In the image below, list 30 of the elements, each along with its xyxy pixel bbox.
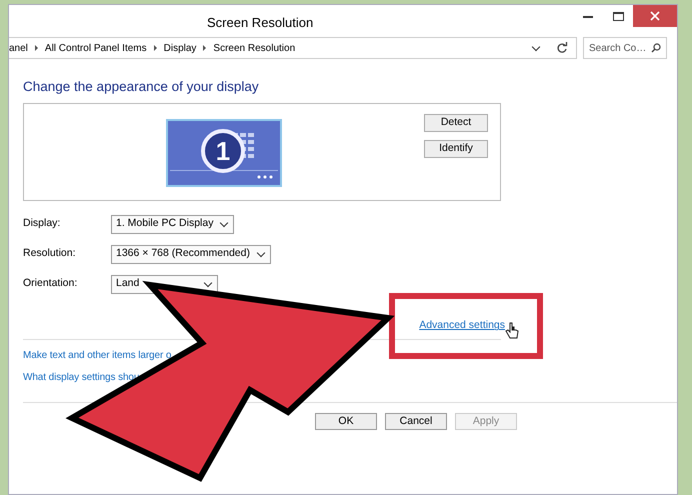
search-icon [651, 43, 661, 53]
setting-label: Orientation: [23, 276, 78, 292]
refresh-icon[interactable] [556, 42, 568, 54]
breadcrumb-item[interactable]: Display [164, 40, 196, 56]
close-button[interactable] [633, 5, 677, 27]
minimize-icon [583, 14, 593, 18]
search-box[interactable]: Search Co… [583, 37, 667, 59]
dropdown-value: Land [116, 276, 140, 292]
breadcrumb-item[interactable]: All Control Panel Items [44, 40, 147, 56]
dropdown-value: 1. Mobile PC Display [116, 216, 214, 232]
breadcrumb-item[interactable]: Screen Resolution [213, 40, 296, 56]
hand-cursor-icon [505, 322, 519, 340]
breadcrumb-item[interactable]: anel [9, 40, 28, 56]
advanced-settings-link[interactable]: Advanced settings [419, 318, 505, 334]
display-number: 1 [216, 136, 230, 166]
identify-button[interactable]: Identify [424, 140, 488, 158]
dropdown[interactable]: 1366 × 768 (Recommended) [111, 244, 271, 264]
maximize-icon [612, 12, 624, 20]
ok-button[interactable]: OK [315, 413, 377, 430]
setting-label: Display: [23, 216, 62, 232]
dropdown-value: 1366 × 768 (Recommended) [116, 246, 250, 262]
address-bar[interactable]: anel All Control Panel Items Display Screen Resolution [9, 37, 577, 59]
close-icon [650, 11, 660, 21]
window-title: Screen Resolution [207, 14, 314, 32]
help-link[interactable]: Make text and other items larger o [23, 348, 677, 370]
setting-label: Resolution: [23, 246, 77, 262]
detect-button[interactable]: Detect [424, 114, 488, 132]
dropdown[interactable]: 1. Mobile PC Display [111, 214, 234, 234]
cancel-button[interactable]: Cancel [385, 413, 447, 430]
page-heading: Change the appearance of your display [23, 78, 260, 96]
